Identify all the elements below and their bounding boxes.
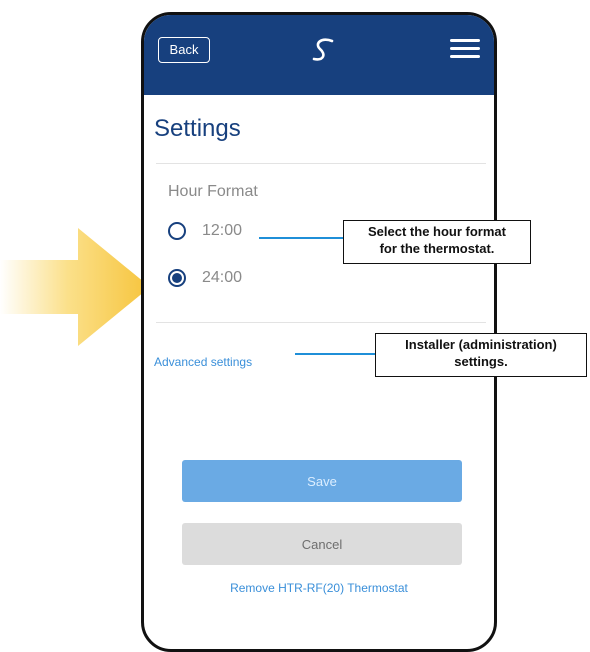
radio-label-24h: 24:00 — [202, 269, 243, 286]
top-bar: Back — [144, 15, 494, 95]
radio-selected-icon[interactable] — [168, 269, 186, 287]
callout-advanced-line2: settings. — [454, 354, 508, 369]
cancel-button[interactable]: Cancel — [182, 523, 462, 565]
callout-hour-format-line2: for the thermostat. — [379, 241, 495, 256]
callout-hour-format-line1: Select the hour format — [368, 224, 506, 239]
save-button[interactable]: Save — [182, 460, 462, 502]
phone-screen: Back Settings Hour Format 12:00 24:00 Ad… — [141, 12, 497, 652]
callout-advanced-line1: Installer (administration) — [405, 337, 557, 352]
callout-hour-format: Select the hour format for the thermosta… — [343, 220, 531, 264]
advanced-settings-link[interactable]: Advanced settings — [154, 355, 252, 369]
hour-format-label: Hour Format — [168, 183, 258, 200]
back-button[interactable]: Back — [158, 37, 210, 63]
hamburger-menu-icon[interactable] — [450, 39, 480, 61]
callout-advanced: Installer (administration) settings. — [375, 333, 587, 377]
remove-thermostat-link[interactable]: Remove HTR-RF(20) Thermostat — [144, 581, 494, 595]
radio-option-24h[interactable]: 24:00 — [168, 266, 242, 290]
radio-label-12h: 12:00 — [202, 222, 243, 239]
divider — [156, 163, 486, 164]
radio-option-12h[interactable]: 12:00 — [168, 219, 242, 243]
radio-unselected-icon[interactable] — [168, 222, 186, 240]
divider — [156, 322, 486, 323]
salus-logo-icon — [312, 38, 334, 61]
page-title: Settings — [154, 115, 241, 142]
pointer-arrow-icon — [0, 228, 150, 346]
callout-line-hour-format — [259, 237, 343, 239]
callout-line-advanced — [295, 353, 375, 355]
